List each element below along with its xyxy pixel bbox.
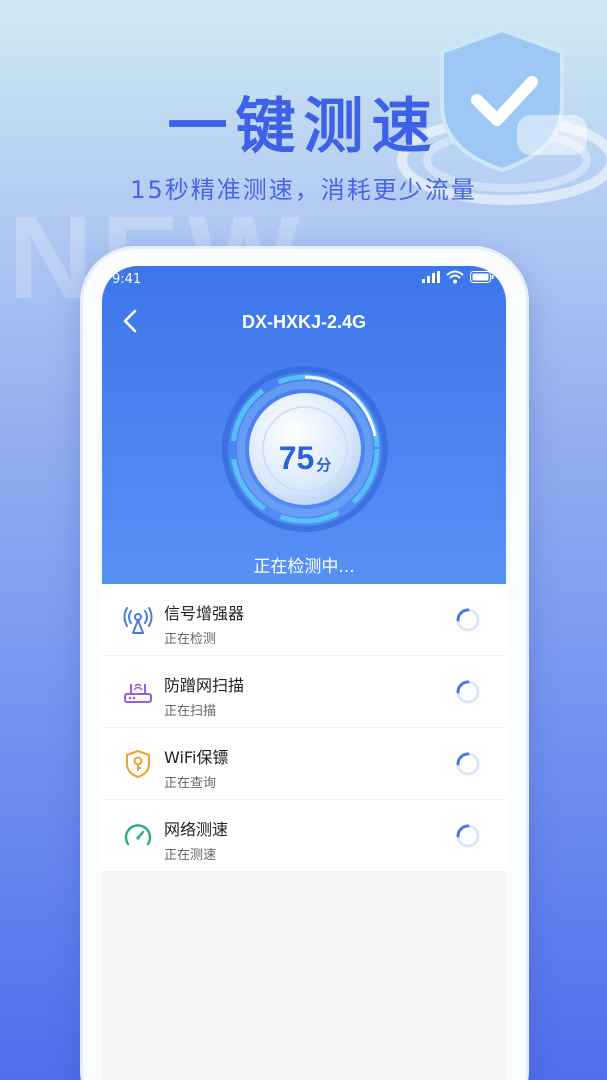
item-status: 正在检测 [164, 632, 217, 647]
signal-tower-icon [123, 607, 153, 634]
loading-spinner-icon [456, 680, 480, 704]
status-icons [422, 270, 494, 284]
loading-spinner-icon [456, 752, 480, 776]
item-status: 正在测速 [164, 848, 217, 863]
promo-headline: 一键测速 [167, 92, 440, 162]
item-name: 信号增强器 [164, 604, 245, 623]
list-item-wifi-guard[interactable]: WiFi保镖 正在查询 [102, 728, 506, 800]
item-name: 防蹭网扫描 [164, 676, 245, 695]
phone-screen: 9:41 DX-HXKJ-2.4G 75 分 正在检测中... 信号增强器 正在… [102, 266, 506, 1080]
promo-subheadline: 15秒精准测速，消耗更少流量 [130, 176, 477, 204]
header-panel: 9:41 DX-HXKJ-2.4G 75 分 正在检测中... [102, 266, 506, 584]
score-display: 75 分 [250, 403, 360, 513]
network-title: DX-HXKJ-2.4G [241, 312, 367, 332]
item-status: 正在查询 [164, 776, 217, 791]
detecting-status: 正在检测中... [253, 557, 355, 577]
list-item-signal-booster[interactable]: 信号增强器 正在检测 [102, 584, 506, 656]
shield-key-icon [126, 750, 150, 778]
loading-spinner-icon [456, 824, 480, 848]
item-status: 正在扫描 [164, 704, 217, 719]
cellular-signal-icon [422, 271, 440, 283]
wifi-icon [446, 270, 464, 284]
score-unit: 分 [316, 455, 332, 474]
battery-icon [470, 271, 494, 283]
score-value: 75 [278, 439, 315, 476]
router-icon [124, 683, 152, 703]
item-name: 网络测速 [164, 820, 229, 839]
list-item-anti-leech-scan[interactable]: 防蹭网扫描 正在扫描 [102, 656, 506, 728]
check-list: 信号增强器 正在检测 防蹭网扫描 正在扫描 WiFi保镖 正在查询 网络测速 正… [102, 584, 506, 872]
item-name: WiFi保镖 [164, 748, 229, 767]
status-time: 9:41 [112, 272, 142, 287]
list-item-speed-test[interactable]: 网络测速 正在测速 [102, 800, 506, 872]
loading-spinner-icon [456, 608, 480, 632]
speedometer-icon [124, 824, 152, 846]
